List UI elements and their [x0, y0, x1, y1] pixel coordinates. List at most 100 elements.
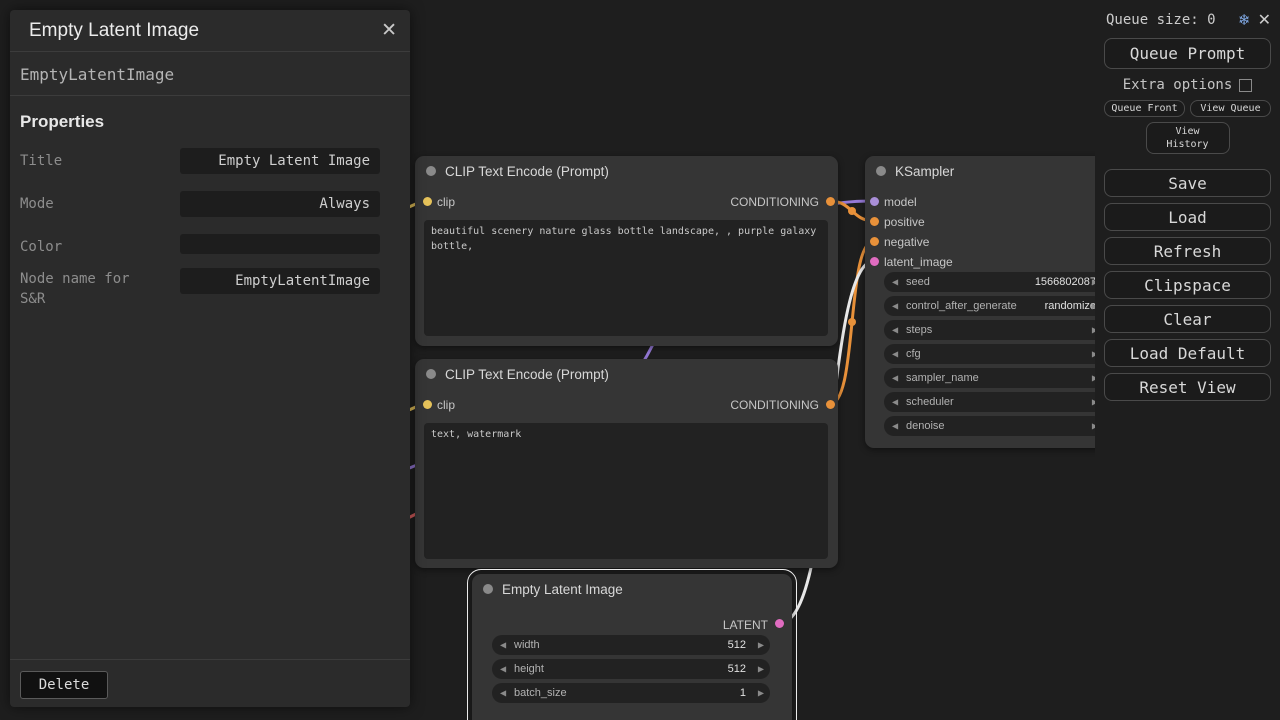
- view-history-button[interactable]: View History: [1146, 122, 1230, 154]
- widget-width[interactable]: ◀ width 512 ▶: [492, 635, 770, 655]
- collapse-dot-icon[interactable]: [426, 369, 436, 379]
- queue-prompt-button[interactable]: Queue Prompt: [1104, 38, 1271, 69]
- widget-value: 512: [728, 659, 746, 679]
- widget-height[interactable]: ◀ height 512 ▶: [492, 659, 770, 679]
- widget-label: sampler_name: [906, 368, 979, 388]
- positive-input-dot[interactable]: [870, 217, 879, 226]
- widget-denoise[interactable]: ◀ denoise ▶: [884, 416, 1104, 436]
- mode-select[interactable]: Always: [180, 191, 380, 217]
- prompt-textarea[interactable]: text, watermark: [424, 423, 828, 559]
- widget-label: batch_size: [514, 683, 567, 703]
- clipspace-button[interactable]: Clipspace: [1104, 271, 1271, 299]
- collapse-dot-icon[interactable]: [426, 166, 436, 176]
- decrement-icon[interactable]: ◀: [892, 374, 898, 383]
- delete-node-button[interactable]: Delete: [20, 671, 108, 699]
- latent-image-input-label: latent_image: [884, 255, 953, 269]
- clear-button[interactable]: Clear: [1104, 305, 1271, 333]
- latent-image-input-dot[interactable]: [870, 257, 879, 266]
- conditioning-output-dot[interactable]: [826, 400, 835, 409]
- color-field-label: Color: [20, 237, 62, 257]
- decrement-icon[interactable]: ◀: [500, 665, 506, 674]
- dialog-subtitle-row: EmptyLatentImage: [10, 52, 410, 96]
- color-field-input[interactable]: [180, 234, 380, 254]
- snowflake-icon[interactable]: ❄: [1238, 11, 1251, 29]
- widget-batch-size[interactable]: ◀ batch_size 1 ▶: [492, 683, 770, 703]
- view-history-row: View History: [1104, 122, 1271, 154]
- widget-label: denoise: [906, 416, 945, 436]
- widget-cfg[interactable]: ◀ cfg ▶: [884, 344, 1104, 364]
- widget-control-after-generate[interactable]: ◀ control_after_generate randomize ▶: [884, 296, 1104, 316]
- widget-label: control_after_generate: [906, 296, 1017, 316]
- clip-input-dot[interactable]: [423, 197, 432, 206]
- widget-value: 1: [740, 683, 746, 703]
- conditioning-output-label: CONDITIONING: [730, 398, 819, 412]
- widget-seed[interactable]: ◀ seed 1566802087 ▶: [884, 272, 1104, 292]
- node-properties-dialog: Empty Latent Image ✕ EmptyLatentImage Pr…: [10, 10, 410, 707]
- widget-label: seed: [906, 272, 930, 292]
- extra-options-checkbox[interactable]: [1239, 79, 1252, 92]
- node-ksampler[interactable]: KSampler model positive negative latent_…: [865, 156, 1115, 448]
- collapse-dot-icon[interactable]: [483, 584, 493, 594]
- prompt-textarea[interactable]: beautiful scenery nature glass bottle la…: [424, 220, 828, 336]
- dialog-footer: Delete: [10, 659, 410, 707]
- sr-name-field-input[interactable]: EmptyLatentImage: [180, 268, 380, 294]
- view-queue-button[interactable]: View Queue: [1190, 100, 1271, 117]
- sr-name-field-label: Node name for S&R: [20, 269, 155, 310]
- load-default-button[interactable]: Load Default: [1104, 339, 1271, 367]
- extra-options-label: Extra options: [1123, 77, 1233, 93]
- refresh-button[interactable]: Refresh: [1104, 237, 1271, 265]
- increment-icon[interactable]: ▶: [758, 641, 764, 650]
- menu-close-icon[interactable]: ✕: [1258, 10, 1271, 29]
- latent-output-dot[interactable]: [775, 619, 784, 628]
- decrement-icon[interactable]: ◀: [892, 350, 898, 359]
- widget-label: width: [514, 635, 540, 655]
- positive-input-label: positive: [884, 215, 925, 229]
- widget-label: scheduler: [906, 392, 954, 412]
- title-field-label: Title: [20, 151, 62, 171]
- decrement-icon[interactable]: ◀: [892, 278, 898, 287]
- queue-size-label: Queue size: 0: [1106, 12, 1231, 28]
- widget-label: steps: [906, 320, 932, 340]
- extra-options-row: Extra options: [1104, 77, 1271, 93]
- decrement-icon[interactable]: ◀: [892, 326, 898, 335]
- queue-front-button[interactable]: Queue Front: [1104, 100, 1185, 117]
- node-clip-text-encode-positive[interactable]: CLIP Text Encode (Prompt) clip CONDITION…: [415, 156, 838, 346]
- increment-icon[interactable]: ▶: [758, 689, 764, 698]
- node-title: KSampler: [895, 164, 954, 179]
- decrement-icon[interactable]: ◀: [892, 422, 898, 431]
- link-dot-positive: [848, 207, 856, 215]
- save-button[interactable]: Save: [1104, 169, 1271, 197]
- collapse-dot-icon[interactable]: [876, 166, 886, 176]
- widget-label: cfg: [906, 344, 921, 364]
- latent-output-label: LATENT: [723, 618, 768, 632]
- increment-icon[interactable]: ▶: [758, 665, 764, 674]
- negative-input-label: negative: [884, 235, 929, 249]
- widget-value: 1566802087: [1035, 272, 1096, 292]
- queue-actions-row: Queue Front View Queue: [1104, 100, 1271, 117]
- decrement-icon[interactable]: ◀: [500, 689, 506, 698]
- widget-steps[interactable]: ◀ steps ▶: [884, 320, 1104, 340]
- dialog-title: Empty Latent Image: [29, 20, 199, 42]
- clip-input-dot[interactable]: [423, 400, 432, 409]
- node-clip-text-encode-negative[interactable]: CLIP Text Encode (Prompt) clip CONDITION…: [415, 359, 838, 568]
- comfy-menu-panel: Queue size: 0 ❄ ✕ Queue Prompt Extra opt…: [1095, 0, 1280, 720]
- widget-sampler-name[interactable]: ◀ sampler_name ▶: [884, 368, 1104, 388]
- node-title: CLIP Text Encode (Prompt): [445, 164, 609, 179]
- decrement-icon[interactable]: ◀: [892, 302, 898, 311]
- reset-view-button[interactable]: Reset View: [1104, 373, 1271, 401]
- load-button[interactable]: Load: [1104, 203, 1271, 231]
- dialog-close-icon[interactable]: ✕: [381, 19, 397, 41]
- decrement-icon[interactable]: ◀: [892, 398, 898, 407]
- conditioning-output-dot[interactable]: [826, 197, 835, 206]
- widget-scheduler[interactable]: ◀ scheduler ▶: [884, 392, 1104, 412]
- widget-value: randomize: [1045, 296, 1096, 316]
- mode-field-label: Mode: [20, 194, 54, 214]
- node-empty-latent-image[interactable]: Empty Latent Image LATENT ◀ width 512 ▶ …: [472, 574, 792, 720]
- decrement-icon[interactable]: ◀: [500, 641, 506, 650]
- model-input-label: model: [884, 195, 917, 209]
- node-title: CLIP Text Encode (Prompt): [445, 367, 609, 382]
- model-input-dot[interactable]: [870, 197, 879, 206]
- title-field-input[interactable]: Empty Latent Image: [180, 148, 380, 174]
- negative-input-dot[interactable]: [870, 237, 879, 246]
- dialog-title-bar: Empty Latent Image ✕: [10, 10, 410, 52]
